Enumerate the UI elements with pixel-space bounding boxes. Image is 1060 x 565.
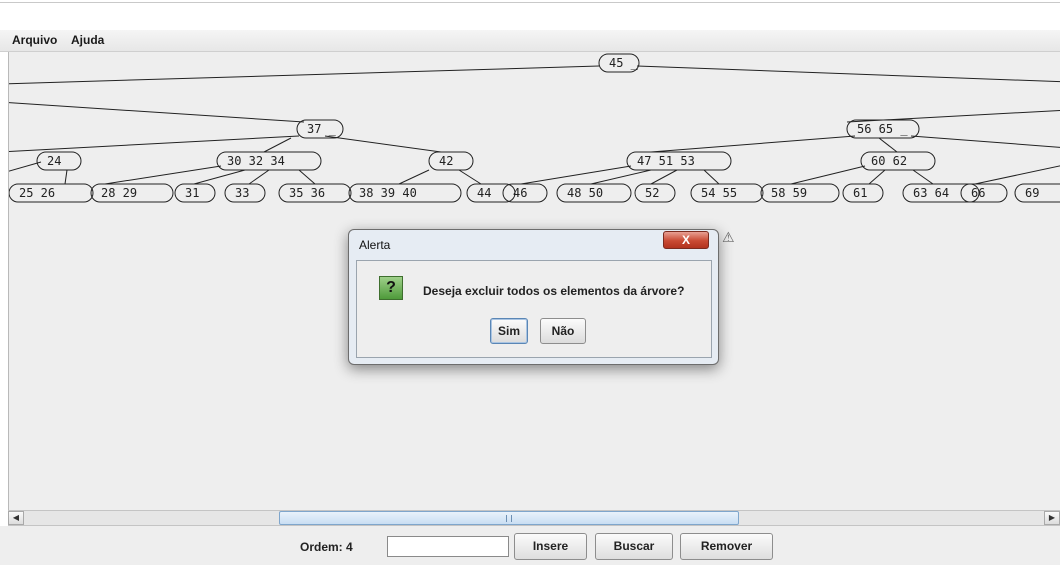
question-icon: ? — [379, 276, 403, 300]
tree-node: 44 — [466, 183, 516, 203]
scroll-thumb[interactable] — [279, 511, 739, 525]
tree-node: 31 — [174, 183, 216, 203]
edge-24-2526 — [64, 169, 68, 185]
confirm-dialog: Alerta X ? Deseja excluir todos os eleme… — [348, 229, 719, 365]
edge-5665-475153 — [650, 135, 856, 153]
tree-node: 45 _ — [598, 53, 640, 73]
tree-node-label: 25 26 — [19, 186, 55, 200]
edge-37-303234 — [263, 137, 292, 153]
dialog-body: ? Deseja excluir todos os elementos da á… — [356, 260, 712, 358]
tree-node: 35 36 — [278, 183, 352, 203]
edge-303234-33 — [248, 169, 270, 185]
tree-node-label: 45 _ — [609, 56, 639, 70]
menu-ajuda[interactable]: Ajuda — [71, 33, 104, 47]
scroll-left-icon[interactable]: ◀ — [8, 511, 24, 525]
tree-node: 69 — [1014, 183, 1060, 203]
tree-node: 38 39 40 — [348, 183, 462, 203]
horizontal-scrollbar[interactable]: ◀ ▶ — [8, 510, 1060, 526]
tree-node: 28 29 — [90, 183, 174, 203]
tree-node-label: 52 — [645, 186, 659, 200]
edge-475153-4850 — [590, 169, 652, 185]
search-button[interactable]: Buscar — [595, 533, 673, 560]
dialog-title: Alerta — [359, 238, 391, 252]
remove-button[interactable]: Remover — [680, 533, 773, 560]
tree-node-label: 58 59 — [771, 186, 807, 200]
application-window: Arquivo Ajuda 45 _ 37 _ 56 65 _ 24 30 32… — [0, 0, 1060, 565]
tree-node-label: 28 29 — [101, 186, 137, 200]
edge-37-far-left — [9, 135, 300, 152]
tree-node-label: 66 — [971, 186, 985, 200]
edge-42-44 — [458, 169, 482, 185]
scroll-grip-icon — [506, 515, 512, 522]
tree-node-label: 35 36 — [289, 186, 325, 200]
tree-node-label: 31 — [185, 186, 199, 200]
value-input[interactable] — [387, 536, 509, 557]
edge-5665-6062 — [878, 137, 898, 153]
edge-root-right — [636, 65, 1060, 83]
edge-303234-31 — [193, 169, 246, 185]
dialog-message: Deseja excluir todos os elementos da árv… — [423, 284, 685, 298]
tree-node-label: 60 62 — [871, 154, 907, 168]
tree-node-label: 61 — [853, 186, 867, 200]
edge-6062-61 — [868, 169, 886, 185]
edge-303234-3536 — [298, 169, 316, 185]
tree-node: 42 — [428, 151, 474, 171]
tree-node-label: 48 50 — [567, 186, 603, 200]
edge-left-37 — [9, 102, 305, 123]
edge-475153-5455 — [703, 169, 720, 185]
tree-node: 54 55 — [690, 183, 764, 203]
tree-node: 58 59 — [760, 183, 840, 203]
edge-root-left — [9, 65, 600, 85]
tree-node: 24 — [36, 151, 82, 171]
edge-24-a — [9, 161, 42, 172]
order-label: Ordem: 4 — [300, 540, 353, 554]
edge-42-383940 — [398, 169, 430, 185]
tree-node-label: 30 32 34 — [227, 154, 285, 168]
tree-node-label: 37 _ — [307, 122, 337, 136]
tree-node: 37 _ — [296, 119, 344, 139]
tree-node-label: 69 — [1025, 186, 1039, 200]
tree-node-label: 46 — [513, 186, 527, 200]
tree-node: 60 62 — [860, 151, 936, 171]
tree-node-label: 33 — [235, 186, 249, 200]
edge-475153-46 — [520, 165, 632, 185]
tree-node-label: 47 51 53 — [637, 154, 695, 168]
edge-475153-52 — [650, 169, 678, 185]
yes-button[interactable]: Sim — [490, 318, 528, 344]
tree-node: 33 — [224, 183, 266, 203]
tree-node-label: 44 — [477, 186, 491, 200]
tree-node: 47 51 53 — [626, 151, 732, 171]
menu-arquivo[interactable]: Arquivo — [12, 33, 57, 47]
tree-node: 61 — [842, 183, 884, 203]
insert-button[interactable]: Insere — [514, 533, 587, 560]
tree-node: 63 64 — [902, 183, 980, 203]
tree-node-label: 24 — [47, 154, 61, 168]
tree-node: 66 — [960, 183, 1008, 203]
warning-icon: ⚠ — [722, 229, 735, 245]
menu-bar: Arquivo Ajuda — [0, 30, 1060, 52]
bottom-toolbar: Ordem: 4 Insere Buscar Remover — [0, 526, 1060, 565]
edge-37-42 — [324, 135, 442, 153]
window-top-border — [0, 2, 1060, 3]
tree-node: 46 — [502, 183, 548, 203]
no-button[interactable]: Não — [540, 318, 586, 344]
tree-node: 52 — [634, 183, 676, 203]
edge-6062-5859 — [790, 165, 866, 185]
tree-node: 25 26 — [9, 183, 94, 203]
tree-node-label: 42 — [439, 154, 453, 168]
tree-node-label: 63 64 — [913, 186, 949, 200]
tree-node: 48 50 — [556, 183, 632, 203]
edge-right-69 — [974, 165, 1060, 185]
tree-node: 56 65 _ — [846, 119, 920, 139]
close-icon[interactable]: X — [663, 231, 709, 249]
scroll-right-icon[interactable]: ▶ — [1044, 511, 1060, 525]
tree-node-label: 38 39 40 — [359, 186, 417, 200]
tree-node-label: 54 55 — [701, 186, 737, 200]
edge-6062-6364 — [912, 169, 934, 185]
tree-node-label: 56 65 _ — [857, 122, 908, 136]
edge-5665-right — [910, 135, 1060, 148]
tree-node: 30 32 34 — [216, 151, 322, 171]
